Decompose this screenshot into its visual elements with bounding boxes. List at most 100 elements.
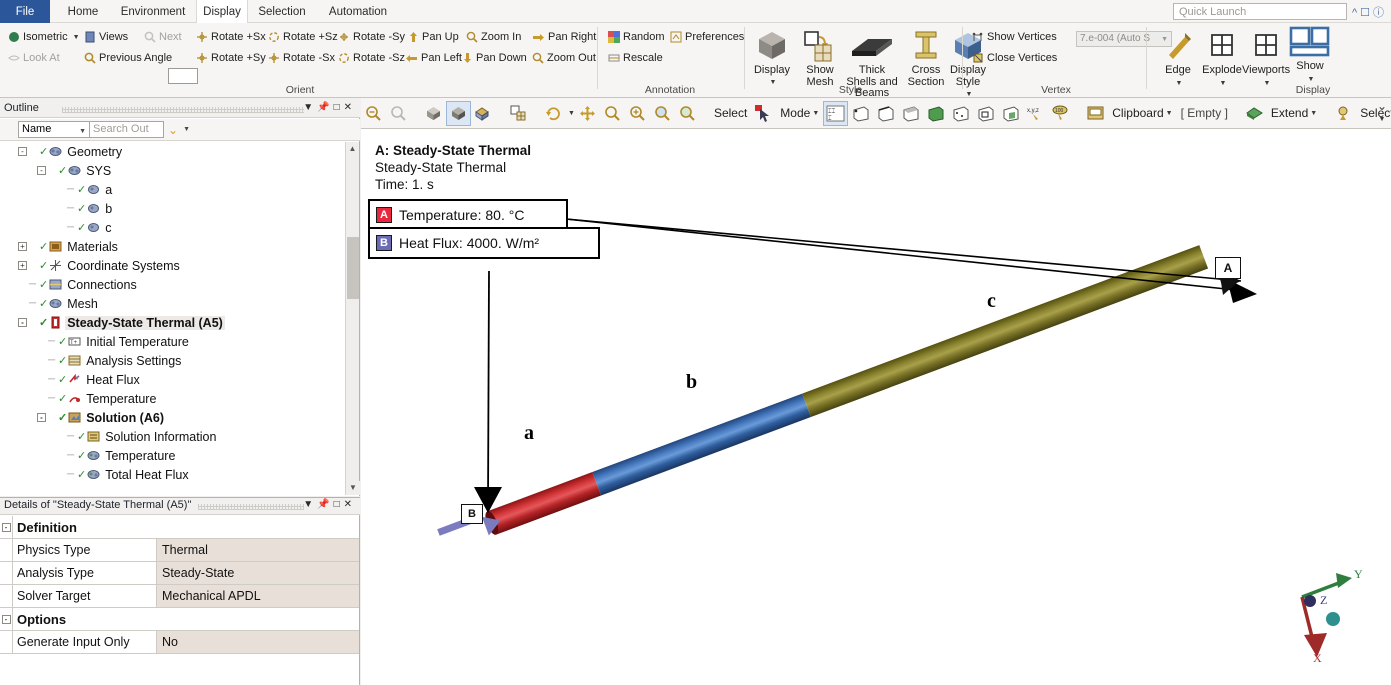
- zoom-to-fit-icon[interactable]: [361, 101, 386, 126]
- outline-item-temperature[interactable]: ─ ✓ Temperature: [0, 389, 345, 408]
- details-row[interactable]: Solver Target Mechanical APDL: [0, 585, 359, 608]
- outline-scrollbar[interactable]: ▲ ▼: [345, 142, 360, 495]
- outline-item-initial-temperature[interactable]: ─ ✓ T+ Initial Temperature: [0, 332, 345, 351]
- outline-item-geometry[interactable]: - ✓ Geometry: [0, 142, 345, 161]
- rotate-plus-sy-button[interactable]: Rotate +Sy: [196, 52, 266, 64]
- details-row-value[interactable]: Thermal: [157, 539, 359, 561]
- tab-selection[interactable]: Selection: [248, 0, 316, 23]
- zoom-to-fit-blue-icon[interactable]: [650, 101, 675, 126]
- details-row-value[interactable]: Steady-State: [157, 562, 359, 584]
- clipboard-icon[interactable]: [1083, 101, 1108, 126]
- expand-icon[interactable]: +: [18, 261, 27, 270]
- rotate-plus-sx-button[interactable]: Rotate +Sx: [196, 31, 266, 43]
- rotate-dropdown-icon[interactable]: ▼: [568, 110, 575, 117]
- outline-tree[interactable]: - ✓ Geometry - ✓ SYS ─ ✓ a ─ ✓ b ─ ✓ c + ✓ Materials + ✓ Coo…: [0, 142, 345, 495]
- outline-dropdown-icon[interactable]: ▼: [303, 102, 317, 113]
- collapse-ribbon-icon[interactable]: ^: [1352, 7, 1360, 19]
- box-zoom-icon[interactable]: [625, 101, 650, 126]
- display-button[interactable]: Display ▼: [748, 27, 796, 88]
- mesh-toggle-icon[interactable]: [506, 101, 531, 126]
- annotation-tag-b[interactable]: B: [461, 504, 483, 524]
- show-edges-cube-icon[interactable]: [471, 101, 496, 126]
- zoom-in-button[interactable]: Zoom In: [466, 31, 521, 43]
- outline-item-sys[interactable]: - ✓ SYS: [0, 161, 345, 180]
- outline-item-a[interactable]: ─ ✓ a: [0, 180, 345, 199]
- clipboard-dropdown[interactable]: Clipboard ▼: [1108, 106, 1176, 120]
- details-row[interactable]: Physics Type Thermal: [0, 539, 359, 562]
- details-row-value[interactable]: No: [157, 631, 359, 653]
- coordinate-probe-icon[interactable]: x,y,z: [1023, 101, 1048, 126]
- collapse-icon[interactable]: -: [37, 166, 46, 175]
- select-elements-icon[interactable]: [973, 101, 998, 126]
- outline-item-solution-a6[interactable]: - ✓ Solution (A6): [0, 408, 345, 427]
- close-vertices-button[interactable]: Close Vertices: [972, 52, 1057, 64]
- details-row-value[interactable]: Mechanical APDL: [157, 585, 359, 607]
- edge-button[interactable]: Edge ▼: [1154, 27, 1202, 89]
- look-at-button[interactable]: Look At: [8, 52, 60, 64]
- outline-item-c[interactable]: ─ ✓ c: [0, 218, 345, 237]
- outline-scroll-down-icon[interactable]: ▼: [346, 481, 360, 495]
- rotate-minus-sx-button[interactable]: Rotate -Sx: [268, 52, 335, 64]
- help-icon[interactable]: ⓘ: [1373, 7, 1387, 19]
- details-pin-icon[interactable]: 📌: [317, 499, 333, 510]
- previous-view-button[interactable]: Previous: [84, 52, 142, 64]
- views-button[interactable]: Views: [84, 31, 128, 43]
- expand-icon[interactable]: +: [18, 242, 27, 251]
- section-collapse-icon[interactable]: -: [0, 608, 13, 630]
- outline-scroll-up-icon[interactable]: ▲: [346, 142, 359, 156]
- angle-input[interactable]: [168, 68, 198, 84]
- tab-display[interactable]: Display: [196, 0, 248, 24]
- outline-scroll-thumb[interactable]: [347, 237, 359, 299]
- outline-item-b[interactable]: ─ ✓ b: [0, 199, 345, 218]
- graphics-viewport[interactable]: A: Steady-State Thermal Steady-State The…: [361, 129, 1391, 685]
- rescale-button[interactable]: Rescale: [608, 52, 663, 64]
- select-edges-icon[interactable]: [873, 101, 898, 126]
- outline-item-heat-flux[interactable]: ─ ✓ Heat Flux: [0, 370, 345, 389]
- details-close-icon[interactable]: ✕: [344, 499, 356, 510]
- zoom-previous-icon[interactable]: [386, 101, 411, 126]
- tab-automation[interactable]: Automation: [316, 0, 400, 23]
- collapse-icon[interactable]: -: [37, 413, 46, 422]
- select-vertices-icon[interactable]: [848, 101, 873, 126]
- details-maximize-icon[interactable]: □: [334, 499, 344, 510]
- select-nodes-icon[interactable]: [948, 101, 973, 126]
- preferences-button[interactable]: Preferences: [670, 31, 744, 43]
- outline-pin-icon[interactable]: 📌: [317, 102, 333, 113]
- rotate-minus-sz-button[interactable]: Rotate -Sz: [338, 52, 405, 64]
- select-filter-mixed-icon[interactable]: ⌶⌶ ⌶: [823, 100, 849, 126]
- outline-filter-select[interactable]: Name: [18, 121, 90, 139]
- shaded-cube-icon[interactable]: [446, 100, 471, 126]
- extend-icon[interactable]: [1242, 101, 1267, 126]
- outline-item-steady-state-thermal-a5[interactable]: - ✓ Steady-State Thermal (A5): [0, 313, 345, 332]
- wireframe-cube-icon[interactable]: [421, 101, 446, 126]
- select-element-faces-icon[interactable]: [998, 101, 1023, 126]
- outline-item-solution-information[interactable]: ─ ✓ Solution Information: [0, 427, 345, 446]
- pan-up-button[interactable]: Pan Up: [408, 31, 459, 43]
- pan-right-button[interactable]: Pan Right: [532, 31, 596, 43]
- outline-close-icon[interactable]: ✕: [344, 102, 356, 113]
- details-row[interactable]: Analysis Type Steady-State: [0, 562, 359, 585]
- pan-icon[interactable]: [575, 101, 600, 126]
- select-by-pin-icon[interactable]: [1331, 101, 1356, 126]
- outline-options-chevron-icon[interactable]: ▼: [183, 126, 190, 133]
- pan-left-button[interactable]: Pan Left: [405, 52, 462, 64]
- probe-value-icon[interactable]: 100: [1048, 101, 1073, 126]
- outline-search-input[interactable]: Search Out: [90, 121, 164, 138]
- rotate-icon[interactable]: [541, 101, 566, 126]
- outline-item-analysis-settings[interactable]: ─ ✓ Analysis Settings: [0, 351, 345, 370]
- annotation-tag-a[interactable]: A: [1215, 257, 1241, 279]
- outline-item-connections[interactable]: ─ ✓ Connections: [0, 275, 345, 294]
- tab-environment[interactable]: Environment: [110, 0, 196, 23]
- toolbar-overflow-icon[interactable]: ⌄ ▼: [1377, 100, 1387, 125]
- section-collapse-icon[interactable]: -: [0, 516, 13, 538]
- outline-item-materials[interactable]: + ✓ Materials: [0, 237, 345, 256]
- collapse-icon[interactable]: -: [18, 318, 27, 327]
- collapse-icon[interactable]: -: [18, 147, 27, 156]
- explode-button[interactable]: Explode ▼: [1198, 27, 1246, 89]
- details-dropdown-icon[interactable]: ▼: [303, 499, 317, 510]
- legend-item-heat-flux[interactable]: B Heat Flux: 4000. W/m²: [368, 227, 600, 259]
- select-bodies-icon[interactable]: [923, 101, 948, 126]
- show-button[interactable]: Show ▼: [1286, 23, 1334, 85]
- show-vertices-button[interactable]: Show Vertices: [972, 31, 1057, 43]
- tab-home[interactable]: Home: [56, 0, 110, 23]
